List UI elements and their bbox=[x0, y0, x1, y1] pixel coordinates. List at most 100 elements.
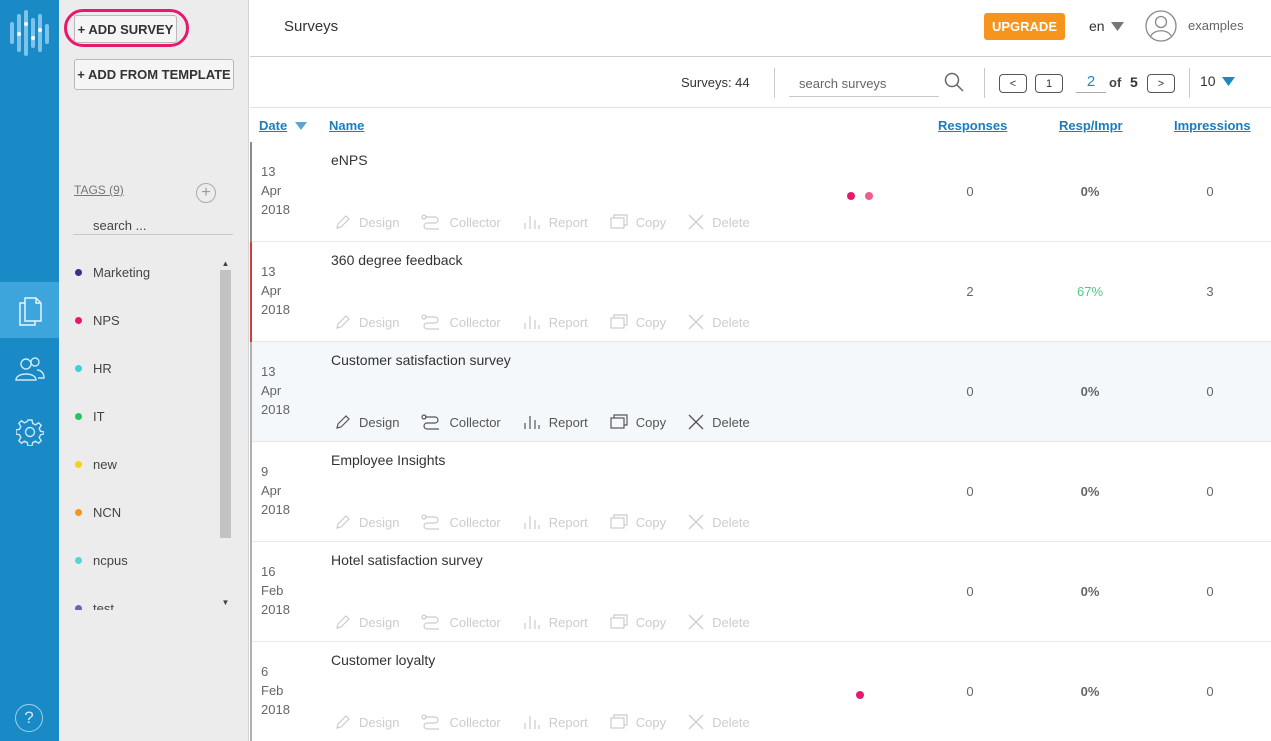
table-row[interactable]: 13 Apr 2018 Customer satisfaction survey D… bbox=[250, 342, 1271, 442]
app-logo-icon[interactable] bbox=[8, 8, 52, 58]
delete-action[interactable]: Delete bbox=[688, 714, 750, 730]
nav-surveys[interactable] bbox=[0, 282, 59, 338]
survey-name[interactable]: Hotel satisfaction survey bbox=[331, 552, 483, 568]
tag-item[interactable]: NCN bbox=[60, 502, 121, 522]
copy-label: Copy bbox=[635, 214, 667, 230]
nav-users[interactable] bbox=[0, 341, 59, 397]
impressions-value: 0 bbox=[1206, 584, 1214, 599]
language-select[interactable]: en bbox=[1089, 18, 1124, 34]
help-icon[interactable]: ? bbox=[15, 704, 43, 732]
tag-item[interactable]: test bbox=[60, 598, 114, 610]
tag-item[interactable]: IT bbox=[60, 406, 105, 426]
collector-action[interactable]: Collector bbox=[421, 214, 501, 230]
design-action[interactable]: Design bbox=[335, 514, 399, 530]
table-row[interactable]: 9 Apr 2018 Employee Insights Design Collec… bbox=[250, 442, 1271, 542]
survey-name[interactable]: 360 degree feedback bbox=[331, 252, 463, 268]
copy-label: Copy bbox=[635, 614, 667, 630]
nav-settings[interactable] bbox=[0, 404, 59, 460]
tag-marker-dot bbox=[865, 192, 873, 200]
report-action[interactable]: Report bbox=[523, 214, 588, 230]
copy-action[interactable]: Copy bbox=[610, 714, 666, 730]
survey-name[interactable]: Customer satisfaction survey bbox=[331, 352, 511, 368]
sort-name-header[interactable]: Name bbox=[329, 118, 364, 133]
delete-action[interactable]: Delete bbox=[688, 314, 750, 330]
collector-action[interactable]: Collector bbox=[421, 414, 501, 430]
total-pages: 5 bbox=[1130, 74, 1138, 90]
responses-value: 0 bbox=[966, 484, 974, 499]
copy-label: Copy bbox=[635, 314, 667, 330]
tag-item[interactable]: ncpus bbox=[60, 550, 128, 570]
delete-label: Delete bbox=[712, 414, 750, 430]
report-action[interactable]: Report bbox=[523, 414, 588, 430]
table-row[interactable]: 6 Feb 2018 Customer loyalty Design Collect… bbox=[250, 642, 1271, 741]
report-action[interactable]: Report bbox=[523, 614, 588, 630]
tag-item[interactable]: Marketing bbox=[60, 262, 150, 282]
tag-item[interactable]: HR bbox=[60, 358, 112, 378]
design-action[interactable]: Design bbox=[335, 714, 399, 730]
row-actions: Design Collector Report Copy Delete bbox=[335, 214, 772, 230]
delete-action[interactable]: Delete bbox=[688, 514, 750, 530]
prev-page-button[interactable]: < bbox=[999, 74, 1027, 93]
scroll-up-arrow-icon[interactable]: ▲ bbox=[219, 258, 232, 270]
sort-responses-header[interactable]: Responses bbox=[938, 118, 1007, 133]
collector-action[interactable]: Collector bbox=[421, 314, 501, 330]
report-action[interactable]: Report bbox=[523, 314, 588, 330]
add-from-template-button[interactable]: + ADD FROM TEMPLATE bbox=[74, 59, 234, 90]
bar-chart-icon bbox=[524, 416, 540, 429]
bar-chart-icon bbox=[524, 516, 540, 529]
delete-action[interactable]: Delete bbox=[688, 614, 750, 630]
tag-color-dot bbox=[75, 316, 82, 324]
impressions-value: 0 bbox=[1206, 384, 1214, 399]
table-row[interactable]: 13 Apr 2018 eNPS Design Collector Report C… bbox=[250, 142, 1271, 242]
avatar-icon[interactable] bbox=[1145, 10, 1177, 42]
search-input[interactable] bbox=[789, 70, 939, 97]
survey-date: 13 Apr 2018 bbox=[261, 262, 290, 319]
row-accent bbox=[250, 342, 252, 442]
table-row[interactable]: 16 Feb 2018 Hotel satisfaction survey Desi… bbox=[250, 542, 1271, 642]
collector-action[interactable]: Collector bbox=[421, 714, 501, 730]
design-action[interactable]: Design bbox=[335, 314, 399, 330]
design-action[interactable]: Design bbox=[335, 214, 399, 230]
copy-action[interactable]: Copy bbox=[610, 214, 666, 230]
upgrade-button[interactable]: UPGRADE bbox=[984, 13, 1065, 40]
scrollbar-thumb[interactable] bbox=[220, 270, 231, 538]
scroll-down-arrow-icon[interactable]: ▼ bbox=[219, 597, 232, 609]
resp-impr-value: 67% bbox=[1076, 284, 1104, 299]
first-page-button[interactable]: 1 bbox=[1035, 74, 1063, 93]
sort-resp-impr-header[interactable]: Resp/Impr bbox=[1059, 118, 1123, 133]
design-action[interactable]: Design bbox=[335, 414, 399, 430]
survey-date: 13 Apr 2018 bbox=[261, 162, 290, 219]
survey-name[interactable]: eNPS bbox=[331, 152, 368, 168]
collector-action[interactable]: Collector bbox=[421, 514, 501, 530]
tag-search-input[interactable] bbox=[73, 217, 233, 235]
design-action[interactable]: Design bbox=[335, 614, 399, 630]
date-year: 2018 bbox=[261, 502, 290, 517]
delete-action[interactable]: Delete bbox=[688, 414, 750, 430]
sort-impressions-header[interactable]: Impressions bbox=[1174, 118, 1251, 133]
copy-action[interactable]: Copy bbox=[610, 414, 666, 430]
per-page-select[interactable]: 10 bbox=[1200, 73, 1235, 89]
add-tag-icon[interactable]: + bbox=[196, 183, 216, 203]
copy-action[interactable]: Copy bbox=[610, 614, 666, 630]
table-row[interactable]: 13 Apr 2018 360 degree feedback Design Col… bbox=[250, 242, 1271, 342]
copy-action[interactable]: Copy bbox=[610, 314, 666, 330]
delete-action[interactable]: Delete bbox=[688, 214, 750, 230]
report-label: Report bbox=[548, 514, 588, 530]
collector-action[interactable]: Collector bbox=[421, 614, 501, 630]
tags-label[interactable]: TAGS (9) bbox=[74, 183, 124, 197]
copy-action[interactable]: Copy bbox=[610, 514, 666, 530]
report-action[interactable]: Report bbox=[523, 514, 588, 530]
survey-name[interactable]: Customer loyalty bbox=[331, 652, 435, 668]
sort-date-header[interactable]: Date bbox=[259, 118, 308, 133]
report-action[interactable]: Report bbox=[523, 714, 588, 730]
date-year: 2018 bbox=[261, 702, 290, 717]
tag-item[interactable]: new bbox=[60, 454, 117, 474]
add-survey-highlight bbox=[64, 9, 189, 47]
survey-name[interactable]: Employee Insights bbox=[331, 452, 445, 468]
username[interactable]: examples bbox=[1188, 18, 1244, 33]
search-icon[interactable] bbox=[944, 72, 964, 92]
resp-impr-value: 0% bbox=[1080, 684, 1100, 699]
next-page-button[interactable]: > bbox=[1147, 74, 1175, 93]
current-page-input[interactable]: 2 bbox=[1076, 73, 1106, 93]
tag-item[interactable]: NPS bbox=[60, 310, 120, 330]
